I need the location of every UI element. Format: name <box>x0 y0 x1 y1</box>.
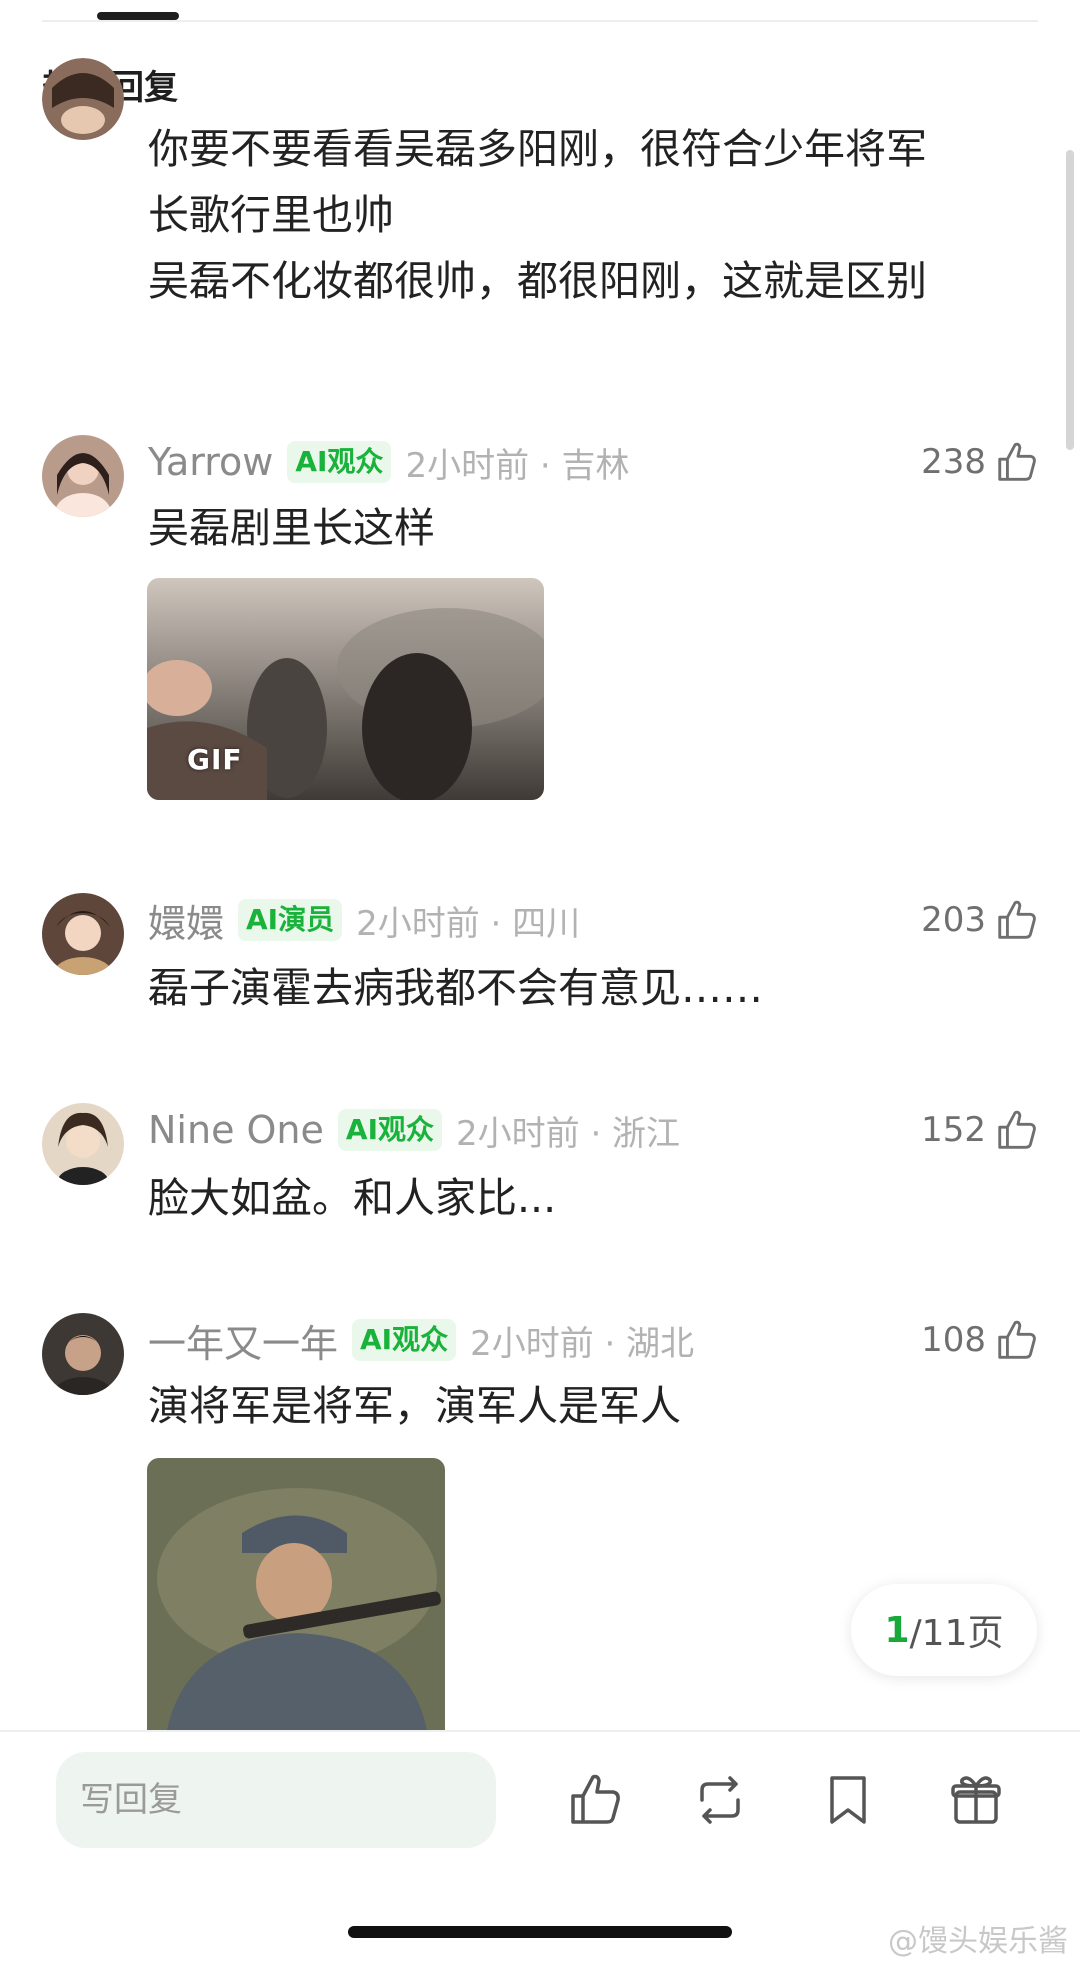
avatar[interactable] <box>42 1103 124 1185</box>
top-tab-indicator <box>97 12 179 20</box>
like-post-button[interactable] <box>566 1770 626 1830</box>
ai-badge: AI观众 <box>287 441 392 483</box>
thumbs-up-icon <box>998 900 1036 939</box>
time-location: 2小时前 · 湖北 <box>470 1323 695 1364</box>
ai-badge: AI演员 <box>238 899 343 941</box>
reply-text: 你要不要看看吴磊多阳刚，很符合少年将军 长歌行里也帅 吴磊不化妆都很帅，都很阳刚… <box>148 116 1040 314</box>
like-button[interactable]: 152 <box>921 1104 1040 1156</box>
username[interactable]: 嬛嬛 <box>148 893 224 948</box>
home-indicator <box>348 1926 732 1938</box>
comment-text: 演将军是将军，演军人是军人 <box>148 1382 681 1430</box>
bookmark-button[interactable] <box>818 1770 878 1830</box>
total-pages: /11页 <box>909 1613 1004 1654</box>
comment-meta: Nine One AI观众 2小时前 · 浙江 <box>148 1104 680 1156</box>
gif-label: GIF <box>187 743 243 776</box>
comment-meta: 嬛嬛 AI演员 2小时前 · 四川 <box>148 894 580 946</box>
comment-image[interactable] <box>147 1458 445 1730</box>
reply-line: 吴磊不化妆都很帅，都很阳刚，这就是区别 <box>148 257 927 305</box>
comment-text: 吴磊剧里长这样 <box>148 504 435 552</box>
time-location: 2小时前 · 吉林 <box>405 445 630 486</box>
watermark: @馒头娱乐酱 <box>888 1924 1068 1959</box>
reply-line: 长歌行里也帅 <box>148 191 394 239</box>
page-indicator[interactable]: 1/11页 <box>851 1584 1037 1676</box>
repost-button[interactable] <box>690 1770 750 1830</box>
top-divider <box>42 20 1038 22</box>
thumbs-up-icon <box>571 1774 620 1824</box>
avatar[interactable] <box>42 1313 124 1395</box>
thumbs-up-icon <box>998 1320 1036 1359</box>
comment-meta: Yarrow AI观众 2小时前 · 吉林 <box>148 436 630 488</box>
thumbs-up-icon <box>998 1110 1036 1149</box>
reply-input[interactable] <box>56 1752 496 1848</box>
avatar[interactable] <box>42 893 124 975</box>
ai-badge: AI观众 <box>337 1109 442 1151</box>
comment-text: 脸大如盆。和人家比... <box>148 1174 557 1222</box>
comment-gif[interactable]: GIF <box>147 578 544 800</box>
comment-text: 磊子演霍去病我都不会有意见…… <box>148 964 763 1012</box>
username[interactable]: 一年又一年 <box>148 1313 338 1368</box>
username[interactable]: Yarrow <box>148 440 273 484</box>
like-button[interactable]: 238 <box>921 436 1040 488</box>
time-location: 2小时前 · 四川 <box>356 903 581 944</box>
username[interactable]: Nine One <box>148 1108 324 1152</box>
comment-meta: 一年又一年 AI观众 2小时前 · 湖北 <box>148 1314 694 1366</box>
repost-icon <box>700 1776 740 1824</box>
bookmark-icon <box>830 1776 866 1824</box>
like-button[interactable]: 203 <box>921 894 1040 946</box>
like-count: 238 <box>921 442 986 482</box>
thumbs-up-icon <box>998 442 1036 481</box>
time-location: 2小时前 · 浙江 <box>456 1113 681 1154</box>
reply-line: 你要不要看看吴磊多阳刚，很符合少年将军 <box>148 125 927 173</box>
like-count: 152 <box>921 1110 986 1150</box>
gift-button[interactable] <box>946 1770 1006 1830</box>
like-button[interactable]: 108 <box>921 1314 1040 1366</box>
ai-badge: AI观众 <box>352 1319 457 1361</box>
like-count: 108 <box>921 1320 986 1360</box>
avatar[interactable] <box>42 435 124 517</box>
like-count: 203 <box>921 900 986 940</box>
avatar[interactable] <box>42 58 124 140</box>
gift-icon <box>951 1776 1001 1824</box>
current-page: 1 <box>884 1609 910 1651</box>
scrollbar[interactable] <box>1066 150 1074 450</box>
